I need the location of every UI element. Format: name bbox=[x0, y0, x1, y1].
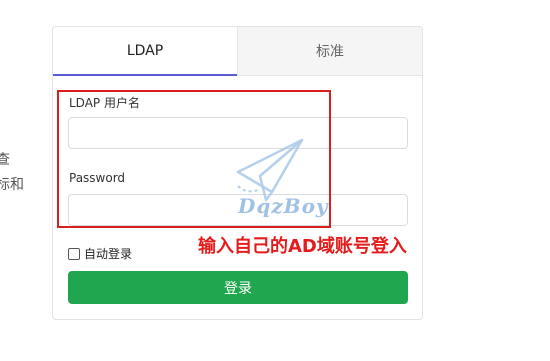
background-text-fragment-2: 标和 bbox=[0, 177, 24, 193]
tab-standard[interactable]: 标准 bbox=[237, 27, 422, 75]
password-label: Password bbox=[69, 171, 126, 185]
login-button[interactable]: 登录 bbox=[68, 271, 408, 304]
login-tabs: LDAP 标准 bbox=[53, 27, 422, 76]
auto-login-checkbox[interactable] bbox=[68, 247, 80, 260]
password-field[interactable] bbox=[68, 194, 408, 226]
background-text-fragment-1: 查 bbox=[0, 152, 10, 168]
annotation-text: 输入自己的AD域账号登入 bbox=[198, 236, 407, 257]
username-field[interactable] bbox=[68, 117, 408, 149]
username-label: LDAP 用户名 bbox=[69, 96, 140, 110]
auto-login-label: 自动登录 bbox=[84, 247, 133, 261]
auto-login-option[interactable]: 自动登录 bbox=[68, 245, 132, 262]
tab-ldap[interactable]: LDAP bbox=[53, 27, 237, 76]
